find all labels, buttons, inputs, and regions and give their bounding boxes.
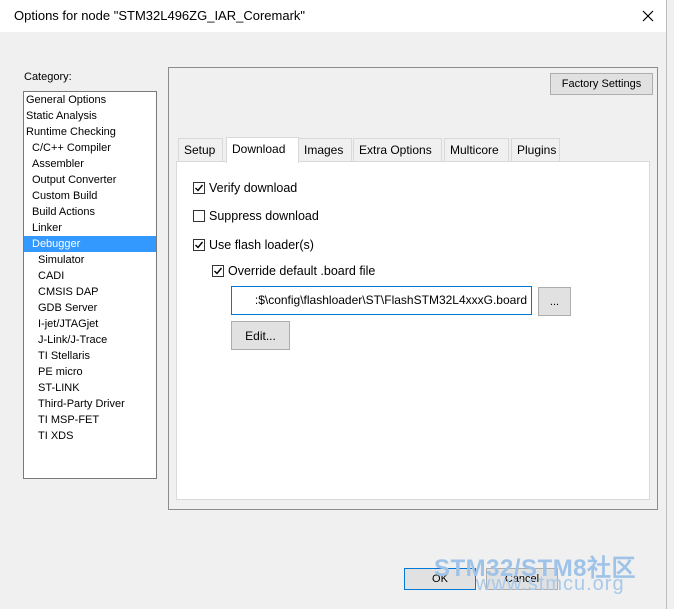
category-item-debugger[interactable]: Debugger: [24, 236, 156, 252]
verify-download-checkbox[interactable]: [193, 182, 205, 194]
suppress-download-label: Suppress download: [209, 209, 319, 223]
category-item-ti-xds[interactable]: TI XDS: [24, 428, 156, 444]
use-flash-loader-label: Use flash loader(s): [209, 238, 314, 252]
category-item-j-link-j-trace[interactable]: J-Link/J-Trace: [24, 332, 156, 348]
category-item-cadi[interactable]: CADI: [24, 268, 156, 284]
category-item-runtime-checking[interactable]: Runtime Checking: [24, 124, 156, 140]
use-flash-loader-checkbox[interactable]: [193, 239, 205, 251]
use-flash-loader-row[interactable]: Use flash loader(s): [193, 238, 314, 252]
category-item-cmsis-dap[interactable]: CMSIS DAP: [24, 284, 156, 300]
watermark-url: www.stmcu.org: [476, 573, 625, 595]
category-item-ti-msp-fet[interactable]: TI MSP-FET: [24, 412, 156, 428]
category-item-simulator[interactable]: Simulator: [24, 252, 156, 268]
checkmark-icon: [214, 267, 223, 275]
factory-settings-button[interactable]: Factory Settings: [550, 73, 653, 95]
category-item-custom-build[interactable]: Custom Build: [24, 188, 156, 204]
category-item-general-options[interactable]: General Options: [24, 92, 156, 108]
checkmark-icon: [195, 241, 204, 249]
verify-download-label: Verify download: [209, 181, 298, 195]
tab-plugins[interactable]: Plugins: [511, 138, 560, 162]
category-item-st-link[interactable]: ST-LINK: [24, 380, 156, 396]
category-item-gdb-server[interactable]: GDB Server: [24, 300, 156, 316]
category-item-assembler[interactable]: Assembler: [24, 156, 156, 172]
tab-download[interactable]: Download: [226, 137, 299, 163]
category-item-build-actions[interactable]: Build Actions: [24, 204, 156, 220]
tab-images[interactable]: Images: [298, 138, 352, 162]
browse-button[interactable]: ...: [538, 287, 571, 316]
suppress-download-row[interactable]: Suppress download: [193, 209, 319, 223]
options-dialog: Options for node "STM32L496ZG_IAR_Corema…: [0, 0, 667, 609]
override-board-file-row[interactable]: Override default .board file: [212, 264, 375, 278]
tab-extra-options[interactable]: Extra Options: [353, 138, 442, 162]
category-item-output-converter[interactable]: Output Converter: [24, 172, 156, 188]
category-item-i-jet-jtagjet[interactable]: I-jet/JTAGjet: [24, 316, 156, 332]
tab-multicore[interactable]: Multicore: [444, 138, 509, 162]
suppress-download-checkbox[interactable]: [193, 210, 205, 222]
category-item-linker[interactable]: Linker: [24, 220, 156, 236]
edit-button[interactable]: Edit...: [231, 321, 290, 350]
override-board-file-label: Override default .board file: [228, 264, 376, 278]
checkmark-icon: [195, 184, 204, 192]
close-icon: [642, 10, 654, 22]
close-button[interactable]: [636, 4, 660, 28]
category-item-ti-stellaris[interactable]: TI Stellaris: [24, 348, 156, 364]
category-item-pe-micro[interactable]: PE micro: [24, 364, 156, 380]
category-item-static-analysis[interactable]: Static Analysis: [24, 108, 156, 124]
override-board-file-checkbox[interactable]: [212, 265, 224, 277]
category-label: Category:: [24, 71, 72, 83]
title-bar[interactable]: Options for node "STM32L496ZG_IAR_Corema…: [0, 0, 666, 32]
window-title: Options for node "STM32L496ZG_IAR_Corema…: [14, 8, 306, 23]
verify-download-row[interactable]: Verify download: [193, 181, 297, 195]
category-item-third-party-driver[interactable]: Third-Party Driver: [24, 396, 156, 412]
tab-setup[interactable]: Setup: [178, 138, 223, 162]
category-item-c-c-compiler[interactable]: C/C++ Compiler: [24, 140, 156, 156]
category-list[interactable]: General Options Static Analysis Runtime Ch…: [23, 91, 157, 479]
board-file-path-input[interactable]: :$\config\flashloader\ST\FlashSTM32L4xxx…: [231, 286, 532, 315]
